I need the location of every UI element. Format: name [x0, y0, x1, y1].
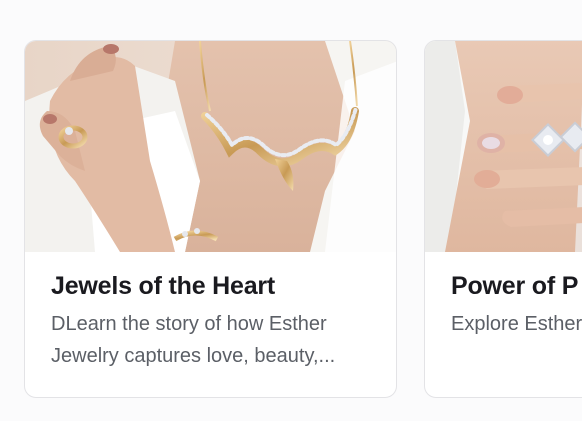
card-title: Jewels of the Heart — [51, 272, 276, 300]
jewelry-photo-illustration — [25, 41, 396, 252]
story-card-power-of[interactable]: Power of P Explore Esther customizable — [424, 40, 582, 398]
card-image — [425, 41, 582, 252]
hand-rings-photo-illustration — [425, 41, 582, 252]
story-card-jewels-of-the-heart[interactable]: Jewels of the Heart DLearn the story of … — [24, 40, 397, 398]
card-image — [25, 41, 396, 252]
carousel-viewport: Jewels of the Heart DLearn the story of … — [0, 0, 582, 421]
card-description: Explore Esther customizable — [451, 313, 582, 335]
card-title: Power of P — [451, 272, 579, 300]
card-description: DLearn the story of how Esther Jewelry c… — [51, 313, 336, 367]
